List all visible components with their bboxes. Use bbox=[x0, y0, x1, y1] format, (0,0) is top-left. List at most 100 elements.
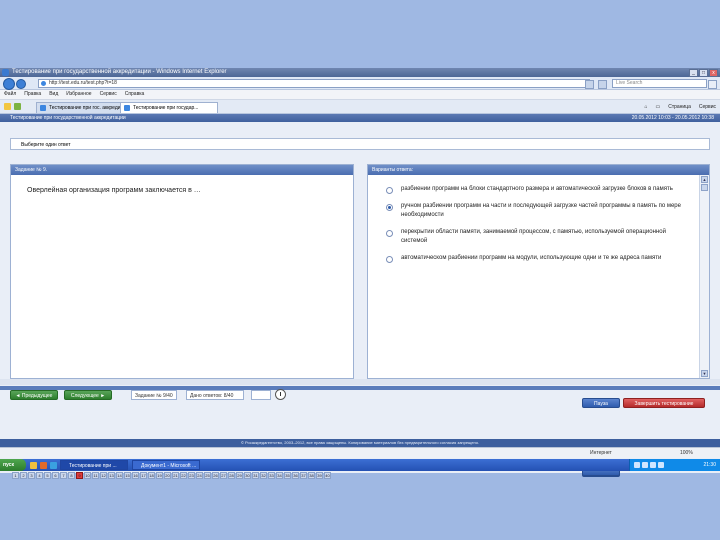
question-number-button[interactable]: 28 bbox=[228, 472, 235, 479]
answers-panel: Варианты ответа: разбиении программ на б… bbox=[367, 164, 710, 379]
question-number-button[interactable]: 27 bbox=[220, 472, 227, 479]
search-input[interactable]: Live Search bbox=[612, 79, 707, 88]
task-browser[interactable]: Тестирование при ... bbox=[60, 460, 128, 470]
question-number-button[interactable]: 18 bbox=[148, 472, 155, 479]
question-number-button[interactable]: 12 bbox=[100, 472, 107, 479]
question-number-button[interactable]: 8 bbox=[68, 472, 75, 479]
add-favorite-icon[interactable] bbox=[14, 103, 21, 110]
question-number-button[interactable]: 9 bbox=[76, 472, 83, 479]
answer-option-3[interactable]: перекрытии области памяти, занимаемой пр… bbox=[386, 228, 689, 246]
question-number-button[interactable]: 7 bbox=[60, 472, 67, 479]
question-number-button[interactable]: 30 bbox=[244, 472, 251, 479]
answers-scrollbar[interactable]: ▲ ▼ bbox=[699, 175, 709, 378]
question-number-button[interactable]: 16 bbox=[132, 472, 139, 479]
question-number-button[interactable]: 11 bbox=[92, 472, 99, 479]
question-number-button[interactable]: 17 bbox=[140, 472, 147, 479]
maximize-button[interactable]: □ bbox=[699, 69, 708, 77]
pause-button[interactable]: Пауза bbox=[582, 398, 620, 408]
language-icon[interactable] bbox=[650, 462, 656, 468]
question-number-button[interactable]: 29 bbox=[236, 472, 243, 479]
answer-text: перекрытии области памяти, занимаемой пр… bbox=[401, 229, 666, 244]
answer-option-2[interactable]: ручном разбиении программ на части и пос… bbox=[386, 202, 689, 220]
radio-button[interactable] bbox=[386, 256, 393, 263]
menu-edit[interactable]: Правка bbox=[24, 90, 41, 99]
search-placeholder: Live Search bbox=[616, 80, 643, 86]
question-number-button[interactable]: 1 bbox=[12, 472, 19, 479]
page-menu[interactable]: Страница bbox=[668, 102, 691, 112]
stop-icon[interactable] bbox=[598, 80, 607, 89]
menu-view[interactable]: Вид bbox=[49, 90, 58, 99]
search-icon[interactable] bbox=[708, 80, 717, 89]
question-number-button[interactable]: 19 bbox=[156, 472, 163, 479]
antivirus-icon[interactable] bbox=[658, 462, 664, 468]
back-icon[interactable] bbox=[3, 78, 15, 90]
question-number-button[interactable]: 38 bbox=[308, 472, 315, 479]
question-number-button[interactable]: 13 bbox=[108, 472, 115, 479]
question-number-button[interactable]: 32 bbox=[260, 472, 267, 479]
menu-favorites[interactable]: Избранное bbox=[66, 90, 91, 99]
scroll-thumb[interactable] bbox=[701, 184, 708, 191]
finish-test-button[interactable]: Завершить тестирование bbox=[623, 398, 705, 408]
tools-menu[interactable]: Сервис bbox=[699, 102, 716, 112]
menu-tools[interactable]: Сервис bbox=[100, 90, 117, 99]
question-number-button[interactable]: 37 bbox=[300, 472, 307, 479]
start-button[interactable]: пуск bbox=[0, 459, 26, 471]
address-input[interactable]: http://test.edu.ru/test.php?t=18 bbox=[38, 79, 590, 88]
question-number-button[interactable]: 39 bbox=[316, 472, 323, 479]
volume-icon[interactable] bbox=[642, 462, 648, 468]
question-number-button[interactable]: 25 bbox=[204, 472, 211, 479]
media-icon[interactable] bbox=[40, 462, 47, 469]
radio-button[interactable] bbox=[386, 230, 393, 237]
scroll-up-icon[interactable]: ▲ bbox=[701, 176, 708, 183]
answer-option-1[interactable]: разбиении программ на блоки стандартного… bbox=[386, 185, 689, 194]
question-number-button[interactable]: 36 bbox=[292, 472, 299, 479]
folder-icon[interactable] bbox=[30, 462, 37, 469]
favorites-star-icon[interactable] bbox=[4, 103, 11, 110]
task-number-field: Задание № 9/40 bbox=[131, 390, 177, 400]
question-number-button[interactable]: 20 bbox=[164, 472, 171, 479]
menu-file[interactable]: Файл bbox=[4, 90, 16, 99]
network-icon[interactable] bbox=[634, 462, 640, 468]
answer-text: разбиении программ на блоки стандартного… bbox=[401, 186, 673, 192]
status-bar: Интернет 100% bbox=[0, 447, 720, 458]
radio-button-selected[interactable] bbox=[386, 204, 393, 211]
answer-option-4[interactable]: автоматическом разбиении программ на мод… bbox=[386, 254, 689, 263]
ie-quicklaunch-icon[interactable] bbox=[50, 462, 57, 469]
question-number-button[interactable]: 4 bbox=[36, 472, 43, 479]
horizontal-scrollbar[interactable] bbox=[0, 379, 720, 385]
question-number-button[interactable]: 34 bbox=[276, 472, 283, 479]
prev-button[interactable]: ◄ Предыдущее bbox=[10, 390, 58, 400]
question-number-button[interactable]: 21 bbox=[172, 472, 179, 479]
minimize-button[interactable]: _ bbox=[689, 69, 698, 77]
task-word[interactable]: Документ1 - Microsoft ... bbox=[132, 460, 200, 470]
question-number-button[interactable]: 33 bbox=[268, 472, 275, 479]
scroll-down-icon[interactable]: ▼ bbox=[701, 370, 708, 377]
question-number-button[interactable]: 10 bbox=[84, 472, 91, 479]
next-button[interactable]: Следующее ► bbox=[64, 390, 112, 400]
security-zone: Интернет bbox=[590, 450, 612, 456]
menu-help[interactable]: Справка bbox=[125, 90, 145, 99]
question-number-button[interactable]: 15 bbox=[124, 472, 131, 479]
tab-test-2[interactable]: Тестирование при государ... bbox=[120, 102, 218, 113]
question-number-button[interactable]: 2 bbox=[20, 472, 27, 479]
question-number-button[interactable]: 22 bbox=[180, 472, 187, 479]
question-number-button[interactable]: 26 bbox=[212, 472, 219, 479]
refresh-icon[interactable] bbox=[585, 80, 594, 89]
close-button[interactable]: x bbox=[709, 69, 718, 77]
question-navigation: 1 2 3 4 5 6 7 8 9 10 11 12 13 14 15 16 17 18 19 20 21 22 23 24 2… bbox=[12, 472, 331, 479]
tray-icons bbox=[634, 462, 664, 468]
forward-icon[interactable] bbox=[16, 79, 26, 89]
home-icon[interactable]: ⌂ bbox=[644, 102, 647, 112]
question-number-button[interactable]: 3 bbox=[28, 472, 35, 479]
print-icon[interactable]: ▭ bbox=[655, 102, 660, 112]
question-number-button[interactable]: 5 bbox=[44, 472, 51, 479]
question-number-button[interactable]: 40 bbox=[324, 472, 331, 479]
question-number-button[interactable]: 14 bbox=[116, 472, 123, 479]
question-number-button[interactable]: 23 bbox=[188, 472, 195, 479]
radio-button[interactable] bbox=[386, 187, 393, 194]
question-number-button[interactable]: 24 bbox=[196, 472, 203, 479]
zoom-level[interactable]: 100% bbox=[680, 448, 693, 458]
question-number-button[interactable]: 35 bbox=[284, 472, 291, 479]
question-number-button[interactable]: 31 bbox=[252, 472, 259, 479]
question-number-button[interactable]: 6 bbox=[52, 472, 59, 479]
